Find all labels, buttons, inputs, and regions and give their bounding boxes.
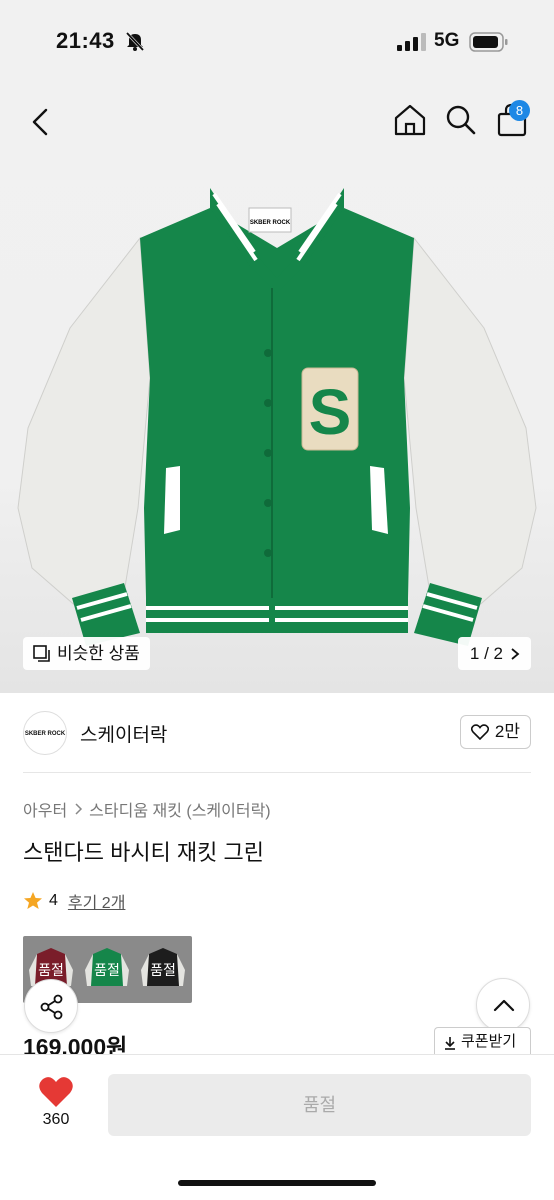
product-gallery[interactable]: SKBER ROCK S 비슷한 상품 1 / 2 — [0, 84, 554, 693]
similar-icon — [33, 645, 50, 662]
brand-name[interactable]: 스케이터락 — [80, 720, 167, 747]
search-icon[interactable] — [441, 100, 481, 140]
cart-count-badge: 8 — [509, 100, 530, 121]
neck-tag-text: SKBER ROCK — [250, 220, 291, 226]
rating-row: 4 후기 2개 — [23, 889, 125, 913]
breadcrumb-subcategory[interactable]: 스타디움 재킷 (스케이터락) — [89, 797, 270, 821]
color-option-black[interactable]: 품절 — [135, 936, 191, 1003]
coupon-button[interactable]: 쿠폰받기 — [434, 1027, 531, 1057]
similar-products-label: 비슷한 상품 — [57, 644, 140, 663]
download-icon — [445, 1037, 455, 1050]
like-count: 360 — [42, 1111, 70, 1128]
coupon-label: 쿠폰받기 — [461, 1033, 517, 1050]
brand-row[interactable]: SKBER ROCK 스케이터락 2만 — [23, 711, 531, 755]
heart-filled-icon[interactable] — [38, 1075, 74, 1109]
breadcrumb-category[interactable]: 아우터 — [23, 797, 67, 821]
status-bar: 21:43 5G — [0, 0, 554, 84]
home-icon[interactable] — [390, 100, 430, 140]
bell-muted-icon — [125, 31, 145, 52]
product-title: 스탠다드 바시티 재킷 그린 — [23, 840, 264, 865]
brand-like-count: 2만 — [494, 722, 520, 741]
home-indicator — [178, 1180, 376, 1186]
product-image: SKBER ROCK S — [17, 188, 537, 646]
brand-like-button[interactable]: 2만 — [459, 715, 531, 749]
share-button[interactable] — [24, 979, 78, 1033]
swatch-soldout-label: 품절 — [150, 962, 176, 978]
divider — [23, 772, 531, 773]
chevron-right-icon — [511, 648, 520, 660]
network-type: 5G — [434, 30, 460, 51]
chevron-right-icon — [75, 803, 83, 815]
similar-products-button[interactable]: 비슷한 상품 — [23, 637, 150, 670]
breadcrumb: 아우터 스타디움 재킷 (스케이터락) — [23, 797, 271, 821]
share-icon — [40, 994, 63, 1020]
image-pager[interactable]: 1 / 2 — [457, 637, 531, 670]
heart-outline-icon — [470, 724, 489, 740]
back-icon[interactable] — [22, 102, 62, 142]
status-time: 21:43 — [56, 28, 115, 53]
brand-logo[interactable]: SKBER ROCK — [23, 711, 67, 755]
signal-icon — [397, 33, 426, 51]
chevron-up-icon — [493, 999, 515, 1012]
bottom-action-bar: 360 품절 — [0, 1054, 554, 1200]
color-option-green[interactable]: 품절 — [79, 936, 135, 1003]
buy-button[interactable]: 품절 — [108, 1074, 531, 1136]
review-link[interactable]: 후기 2개 — [68, 889, 126, 913]
image-pager-label: 1 / 2 — [469, 644, 503, 663]
star-icon — [24, 892, 42, 909]
scroll-top-button[interactable] — [476, 978, 530, 1032]
swatch-soldout-label: 품절 — [94, 962, 120, 978]
patch-letter: S — [309, 376, 352, 448]
rating-value: 4 — [49, 892, 58, 909]
battery-icon — [469, 32, 508, 52]
swatch-soldout-label: 품절 — [38, 962, 64, 978]
